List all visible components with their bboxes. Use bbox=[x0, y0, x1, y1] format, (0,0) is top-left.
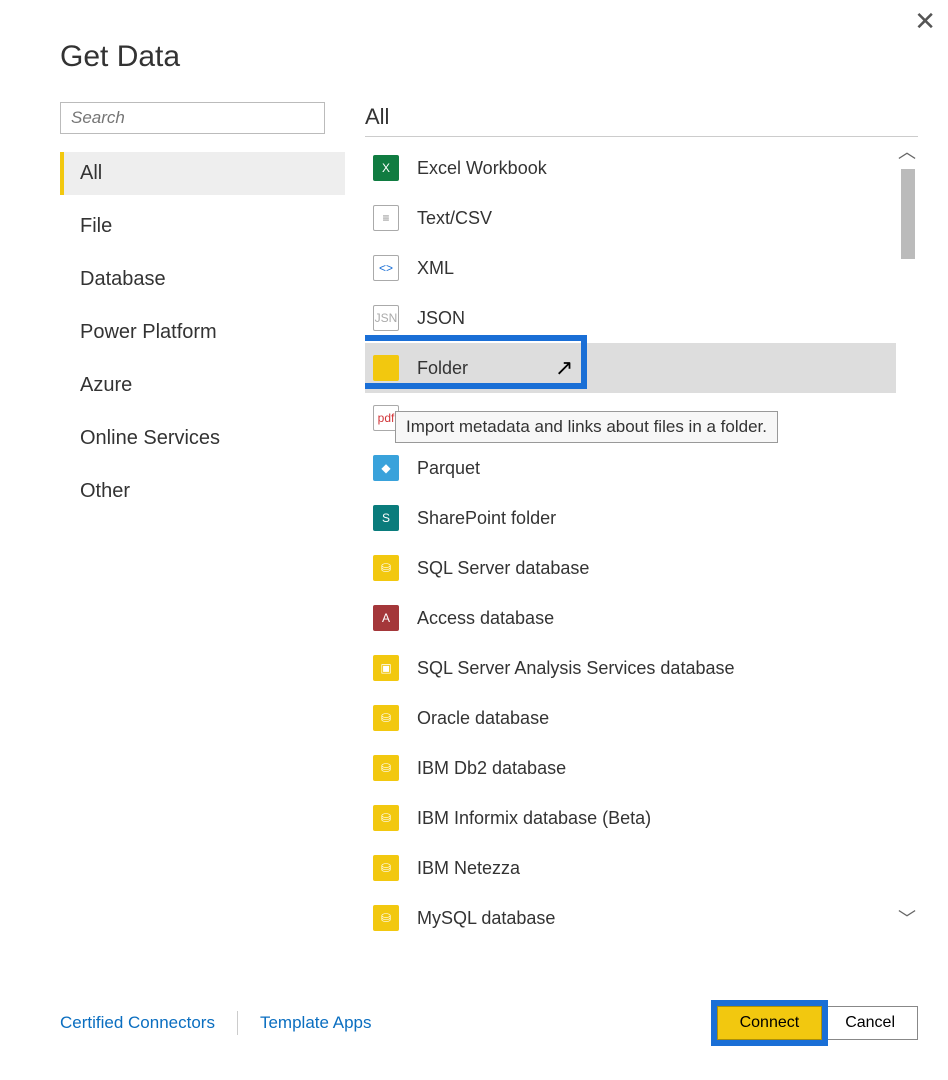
connector-label: Access database bbox=[417, 608, 554, 629]
connector-item[interactable]: ⛁ MySQL database bbox=[365, 893, 896, 932]
json-icon: JSN bbox=[373, 305, 399, 331]
connector-item[interactable]: A Access database bbox=[365, 593, 896, 643]
database-icon: ⛁ bbox=[373, 805, 399, 831]
database-icon: ⛁ bbox=[373, 905, 399, 931]
scrollbar[interactable]: ︿ ﹀ bbox=[896, 139, 918, 930]
category-item[interactable]: Other bbox=[60, 470, 345, 513]
connector-label: Parquet bbox=[417, 458, 480, 479]
connector-item[interactable]: ◆ Parquet bbox=[365, 443, 896, 493]
category-item[interactable]: All bbox=[60, 152, 345, 195]
connector-label: Folder bbox=[417, 358, 468, 379]
connector-label: SharePoint folder bbox=[417, 508, 556, 529]
scroll-up-icon[interactable]: ︿ bbox=[896, 139, 918, 163]
category-item[interactable]: Azure bbox=[60, 364, 345, 407]
connector-item[interactable]: ⛁ IBM Netezza bbox=[365, 843, 896, 893]
connector-list-wrap: X Excel Workbook ≡ Text/CSV <> XML JSN JSON Fold… bbox=[365, 136, 918, 932]
connector-item[interactable]: ≡ Text/CSV bbox=[365, 193, 896, 243]
connector-item[interactable]: <> XML bbox=[365, 243, 896, 293]
database-icon: ⛁ bbox=[373, 705, 399, 731]
scroll-thumb[interactable] bbox=[901, 169, 915, 259]
connector-item[interactable]: Folder bbox=[365, 343, 896, 393]
certified-connectors-link[interactable]: Certified Connectors bbox=[60, 1013, 215, 1033]
dialog-body: All File Database Power Platform Azure Online… bbox=[60, 102, 918, 932]
footer-separator bbox=[237, 1011, 238, 1035]
scroll-down-icon[interactable]: ﹀ bbox=[896, 906, 918, 930]
template-apps-link[interactable]: Template Apps bbox=[260, 1013, 372, 1033]
connector-label: Excel Workbook bbox=[417, 158, 547, 179]
connector-label: MySQL database bbox=[417, 908, 555, 929]
connector-item[interactable]: ⛁ IBM Db2 database bbox=[365, 743, 896, 793]
connector-item[interactable]: ⛁ Oracle database bbox=[365, 693, 896, 743]
connector-item[interactable]: ⛁ SQL Server database bbox=[365, 543, 896, 593]
connector-label: SQL Server Analysis Services database bbox=[417, 658, 735, 679]
connect-button-highlight: Connect bbox=[717, 1006, 823, 1040]
database-icon: ⛁ bbox=[373, 555, 399, 581]
folder-tooltip: Import metadata and links about files in… bbox=[395, 411, 778, 443]
connector-label: Oracle database bbox=[417, 708, 549, 729]
connector-label: SQL Server database bbox=[417, 558, 589, 579]
connector-label: IBM Informix database (Beta) bbox=[417, 808, 651, 829]
category-item[interactable]: Power Platform bbox=[60, 311, 345, 354]
connector-label: JSON bbox=[417, 308, 465, 329]
cube-icon: ▣ bbox=[373, 655, 399, 681]
dialog-footer: Certified Connectors Template Apps Conne… bbox=[60, 1006, 918, 1040]
connector-label: XML bbox=[417, 258, 454, 279]
category-item[interactable]: Database bbox=[60, 258, 345, 301]
connect-button[interactable]: Connect bbox=[717, 1006, 823, 1040]
connector-item[interactable]: ⛁ IBM Informix database (Beta) bbox=[365, 793, 896, 843]
database-icon: ⛁ bbox=[373, 855, 399, 881]
connector-item[interactable]: ▣ SQL Server Analysis Services database bbox=[365, 643, 896, 693]
connector-label: Text/CSV bbox=[417, 208, 492, 229]
connector-item[interactable]: S SharePoint folder bbox=[365, 493, 896, 543]
database-icon: ⛁ bbox=[373, 755, 399, 781]
parquet-icon: ◆ bbox=[373, 455, 399, 481]
text-icon: ≡ bbox=[373, 205, 399, 231]
xml-icon: <> bbox=[373, 255, 399, 281]
left-panel: All File Database Power Platform Azure Online… bbox=[60, 102, 345, 932]
dialog-title: Get Data bbox=[60, 40, 918, 74]
category-item[interactable]: Online Services bbox=[60, 417, 345, 460]
excel-icon: X bbox=[373, 155, 399, 181]
connector-list: X Excel Workbook ≡ Text/CSV <> XML JSN JSON Fold… bbox=[365, 137, 896, 932]
category-list: All File Database Power Platform Azure Online… bbox=[60, 152, 345, 513]
cancel-button[interactable]: Cancel bbox=[822, 1006, 918, 1040]
right-panel: All X Excel Workbook ≡ Text/CSV <> XML JSN JSON… bbox=[365, 102, 918, 932]
connector-label: IBM Netezza bbox=[417, 858, 520, 879]
close-icon[interactable]: ✕ bbox=[914, 8, 936, 34]
access-icon: A bbox=[373, 605, 399, 631]
connector-item[interactable]: X Excel Workbook bbox=[365, 143, 896, 193]
sharepoint-icon: S bbox=[373, 505, 399, 531]
category-item[interactable]: File bbox=[60, 205, 345, 248]
get-data-dialog: ✕ Get Data All File Database Power Platform… bbox=[30, 0, 948, 1080]
connector-item[interactable]: JSN JSON bbox=[365, 293, 896, 343]
folder-icon bbox=[373, 355, 399, 381]
search-input[interactable] bbox=[60, 102, 325, 134]
connector-label: IBM Db2 database bbox=[417, 758, 566, 779]
list-heading: All bbox=[365, 104, 918, 130]
